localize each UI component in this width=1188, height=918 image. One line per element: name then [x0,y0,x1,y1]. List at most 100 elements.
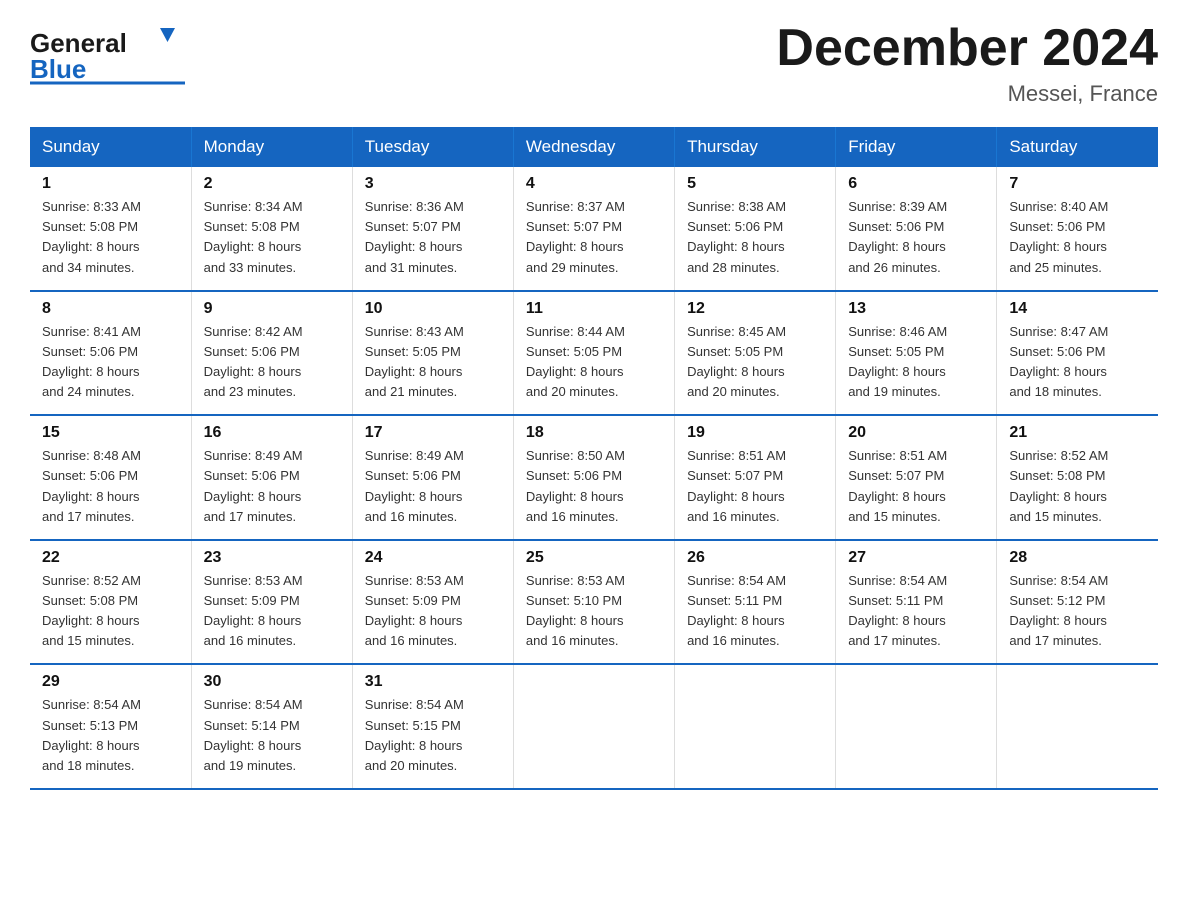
day-number: 26 [687,549,823,567]
col-thursday: Thursday [675,127,836,167]
day-info: Sunrise: 8:44 AMSunset: 5:05 PMDaylight:… [526,322,662,403]
day-number: 4 [526,175,662,193]
table-row: 17 Sunrise: 8:49 AMSunset: 5:06 PMDayligh… [352,415,513,540]
table-row: 13 Sunrise: 8:46 AMSunset: 5:05 PMDayligh… [836,291,997,416]
calendar-week-row: 8 Sunrise: 8:41 AMSunset: 5:06 PMDaylight… [30,291,1158,416]
day-info: Sunrise: 8:49 AMSunset: 5:06 PMDaylight:… [365,446,501,527]
col-sunday: Sunday [30,127,191,167]
logo-svg: General Blue [30,20,190,90]
day-info: Sunrise: 8:45 AMSunset: 5:05 PMDaylight:… [687,322,823,403]
table-row [675,664,836,789]
col-wednesday: Wednesday [513,127,674,167]
title-block: December 2024 Messei, France [776,20,1158,107]
table-row: 14 Sunrise: 8:47 AMSunset: 5:06 PMDayligh… [997,291,1158,416]
table-row: 9 Sunrise: 8:42 AMSunset: 5:06 PMDaylight… [191,291,352,416]
table-row [836,664,997,789]
day-number: 1 [42,175,179,193]
table-row: 24 Sunrise: 8:53 AMSunset: 5:09 PMDayligh… [352,540,513,665]
calendar-week-row: 1 Sunrise: 8:33 AMSunset: 5:08 PMDaylight… [30,167,1158,291]
table-row: 6 Sunrise: 8:39 AMSunset: 5:06 PMDaylight… [836,167,997,291]
day-info: Sunrise: 8:42 AMSunset: 5:06 PMDaylight:… [204,322,340,403]
day-info: Sunrise: 8:50 AMSunset: 5:06 PMDaylight:… [526,446,662,527]
day-info: Sunrise: 8:51 AMSunset: 5:07 PMDaylight:… [687,446,823,527]
day-number: 13 [848,300,984,318]
table-row: 31 Sunrise: 8:54 AMSunset: 5:15 PMDayligh… [352,664,513,789]
day-number: 2 [204,175,340,193]
day-info: Sunrise: 8:46 AMSunset: 5:05 PMDaylight:… [848,322,984,403]
table-row: 20Sunrise: 8:51 AMSunset: 5:07 PMDayligh… [836,415,997,540]
day-number: 29 [42,673,179,691]
table-row: 3 Sunrise: 8:36 AMSunset: 5:07 PMDaylight… [352,167,513,291]
page-header: General Blue December 2024 Messei, Franc… [30,20,1158,107]
col-monday: Monday [191,127,352,167]
col-saturday: Saturday [997,127,1158,167]
table-row: 11 Sunrise: 8:44 AMSunset: 5:05 PMDayligh… [513,291,674,416]
day-number: 20 [848,424,984,442]
table-row [513,664,674,789]
table-row: 29 Sunrise: 8:54 AMSunset: 5:13 PMDayligh… [30,664,191,789]
day-info: Sunrise: 8:54 AMSunset: 5:13 PMDaylight:… [42,695,179,776]
table-row: 21 Sunrise: 8:52 AMSunset: 5:08 PMDayligh… [997,415,1158,540]
day-number: 18 [526,424,662,442]
day-info: Sunrise: 8:49 AMSunset: 5:06 PMDaylight:… [204,446,340,527]
day-info: Sunrise: 8:40 AMSunset: 5:06 PMDaylight:… [1009,197,1146,278]
day-info: Sunrise: 8:54 AMSunset: 5:14 PMDaylight:… [204,695,340,776]
table-row: 4 Sunrise: 8:37 AMSunset: 5:07 PMDaylight… [513,167,674,291]
table-row: 23Sunrise: 8:53 AMSunset: 5:09 PMDayligh… [191,540,352,665]
day-number: 3 [365,175,501,193]
table-row: 2 Sunrise: 8:34 AMSunset: 5:08 PMDaylight… [191,167,352,291]
day-number: 6 [848,175,984,193]
day-number: 14 [1009,300,1146,318]
month-title: December 2024 [776,20,1158,77]
logo: General Blue [30,20,190,90]
day-info: Sunrise: 8:36 AMSunset: 5:07 PMDaylight:… [365,197,501,278]
day-info: Sunrise: 8:37 AMSunset: 5:07 PMDaylight:… [526,197,662,278]
table-row: 8 Sunrise: 8:41 AMSunset: 5:06 PMDaylight… [30,291,191,416]
calendar-week-row: 22Sunrise: 8:52 AMSunset: 5:08 PMDayligh… [30,540,1158,665]
table-row: 16Sunrise: 8:49 AMSunset: 5:06 PMDayligh… [191,415,352,540]
table-row: 22Sunrise: 8:52 AMSunset: 5:08 PMDayligh… [30,540,191,665]
day-info: Sunrise: 8:48 AMSunset: 5:06 PMDaylight:… [42,446,179,527]
day-number: 30 [204,673,340,691]
day-number: 24 [365,549,501,567]
day-info: Sunrise: 8:54 AMSunset: 5:15 PMDaylight:… [365,695,501,776]
day-info: Sunrise: 8:47 AMSunset: 5:06 PMDaylight:… [1009,322,1146,403]
table-row: 28Sunrise: 8:54 AMSunset: 5:12 PMDayligh… [997,540,1158,665]
table-row: 10Sunrise: 8:43 AMSunset: 5:05 PMDayligh… [352,291,513,416]
day-number: 27 [848,549,984,567]
day-number: 21 [1009,424,1146,442]
day-info: Sunrise: 8:53 AMSunset: 5:09 PMDaylight:… [204,571,340,652]
day-info: Sunrise: 8:54 AMSunset: 5:12 PMDaylight:… [1009,571,1146,652]
table-row: 19 Sunrise: 8:51 AMSunset: 5:07 PMDayligh… [675,415,836,540]
calendar-week-row: 15 Sunrise: 8:48 AMSunset: 5:06 PMDayligh… [30,415,1158,540]
table-row [997,664,1158,789]
day-info: Sunrise: 8:53 AMSunset: 5:10 PMDaylight:… [526,571,662,652]
day-number: 8 [42,300,179,318]
day-number: 31 [365,673,501,691]
table-row: 27Sunrise: 8:54 AMSunset: 5:11 PMDayligh… [836,540,997,665]
svg-text:Blue: Blue [30,54,86,84]
day-info: Sunrise: 8:33 AMSunset: 5:08 PMDaylight:… [42,197,179,278]
day-number: 7 [1009,175,1146,193]
day-info: Sunrise: 8:52 AMSunset: 5:08 PMDaylight:… [42,571,179,652]
calendar-table: Sunday Monday Tuesday Wednesday Thursday… [30,127,1158,790]
day-number: 17 [365,424,501,442]
day-info: Sunrise: 8:39 AMSunset: 5:06 PMDaylight:… [848,197,984,278]
day-info: Sunrise: 8:34 AMSunset: 5:08 PMDaylight:… [204,197,340,278]
day-number: 9 [204,300,340,318]
table-row: 26 Sunrise: 8:54 AMSunset: 5:11 PMDayligh… [675,540,836,665]
day-info: Sunrise: 8:53 AMSunset: 5:09 PMDaylight:… [365,571,501,652]
table-row: 15 Sunrise: 8:48 AMSunset: 5:06 PMDayligh… [30,415,191,540]
calendar-header-row: Sunday Monday Tuesday Wednesday Thursday… [30,127,1158,167]
table-row: 5Sunrise: 8:38 AMSunset: 5:06 PMDaylight… [675,167,836,291]
col-friday: Friday [836,127,997,167]
table-row: 30 Sunrise: 8:54 AMSunset: 5:14 PMDayligh… [191,664,352,789]
day-number: 19 [687,424,823,442]
location: Messei, France [776,81,1158,107]
calendar-week-row: 29 Sunrise: 8:54 AMSunset: 5:13 PMDayligh… [30,664,1158,789]
day-number: 11 [526,300,662,318]
day-info: Sunrise: 8:52 AMSunset: 5:08 PMDaylight:… [1009,446,1146,527]
day-info: Sunrise: 8:54 AMSunset: 5:11 PMDaylight:… [687,571,823,652]
day-info: Sunrise: 8:41 AMSunset: 5:06 PMDaylight:… [42,322,179,403]
day-number: 15 [42,424,179,442]
